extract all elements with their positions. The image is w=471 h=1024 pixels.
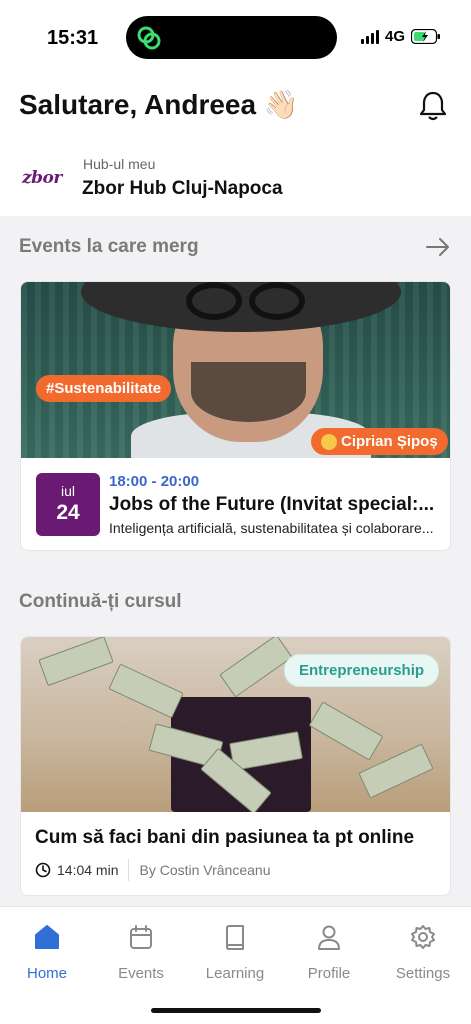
course-title: Cum să faci bani din pasiunea ta pt onli… (35, 827, 415, 848)
topic-tag: #Sustenabilitate (36, 375, 172, 402)
events-section-title: Events la care merg (19, 236, 199, 257)
course-meta: 14:04 min By Costin Vrânceanu (35, 859, 270, 881)
tab-label-profile: Profile (307, 965, 351, 982)
hub-caption: Hub-ul meu (83, 156, 156, 172)
speaker-name: Ciprian Șipoș (341, 433, 438, 450)
event-day: 24 (56, 501, 80, 524)
tab-settings[interactable]: Settings (378, 923, 468, 982)
greeting-title: Salutare, Andreea 👋🏻 (19, 89, 299, 120)
event-speaker-photo: #Sustenabilitate Ciprian Șipoș (21, 282, 450, 458)
tab-label-home: Home (26, 965, 67, 982)
course-author: By Costin Vrânceanu (139, 862, 271, 878)
calendar-icon (130, 925, 152, 949)
course-card[interactable]: Entrepreneurship Cum să faci bani din pa… (20, 636, 451, 896)
speaker-tag: Ciprian Șipoș (311, 428, 448, 455)
tab-label-learning: Learning (205, 965, 265, 982)
event-time: 18:00 - 20:00 (109, 473, 200, 490)
event-card[interactable]: #Sustenabilitate Ciprian Șipoș iul 24 18… (20, 281, 451, 551)
link-icon (137, 26, 161, 50)
gear-icon (411, 925, 435, 949)
event-month: iul (60, 483, 75, 499)
hub-logo: zbor (22, 168, 62, 188)
speaker-emoji-icon (321, 433, 337, 450)
status-bar: 15:31 4G (0, 0, 471, 72)
dynamic-island (126, 16, 337, 59)
event-title: Jobs of the Future (Invitat special:... (109, 494, 435, 515)
course-duration: 14:04 min (57, 862, 119, 878)
book-icon (226, 925, 244, 950)
bottom-tab-bar: Home Events Learning Profile Settings (0, 906, 471, 1024)
tab-label-settings: Settings (395, 965, 451, 982)
course-category-tag: Entrepreneurship (284, 654, 440, 687)
status-indicators: 4G (360, 28, 441, 45)
bell-icon[interactable] (418, 90, 448, 122)
tab-profile[interactable]: Profile (284, 923, 374, 982)
tab-home[interactable]: Home (2, 923, 92, 982)
arrow-right-icon[interactable] (425, 236, 451, 258)
clock-icon (35, 862, 51, 878)
signal-icon (360, 29, 379, 44)
meta-divider (128, 859, 130, 881)
event-date-badge: iul 24 (36, 473, 100, 536)
home-icon (35, 925, 59, 949)
profile-icon (318, 925, 340, 950)
home-header: Salutare, Andreea 👋🏻 zbor Hub-ul meu Zbo… (0, 72, 471, 216)
network-type: 4G (384, 28, 405, 45)
battery-icon (411, 29, 440, 44)
event-description: Inteligența artificială, sustenabilitate… (109, 520, 434, 536)
home-indicator (151, 1008, 321, 1013)
status-time: 15:31 (47, 27, 99, 49)
tab-learning[interactable]: Learning (190, 923, 280, 982)
hub-name[interactable]: Zbor Hub Cluj-Napoca (82, 178, 283, 200)
course-thumbnail: Entrepreneurship (21, 637, 450, 812)
tab-events[interactable]: Events (96, 923, 186, 982)
tab-label-events: Events (118, 965, 164, 982)
course-section-title: Continuă-ți cursul (19, 591, 182, 612)
